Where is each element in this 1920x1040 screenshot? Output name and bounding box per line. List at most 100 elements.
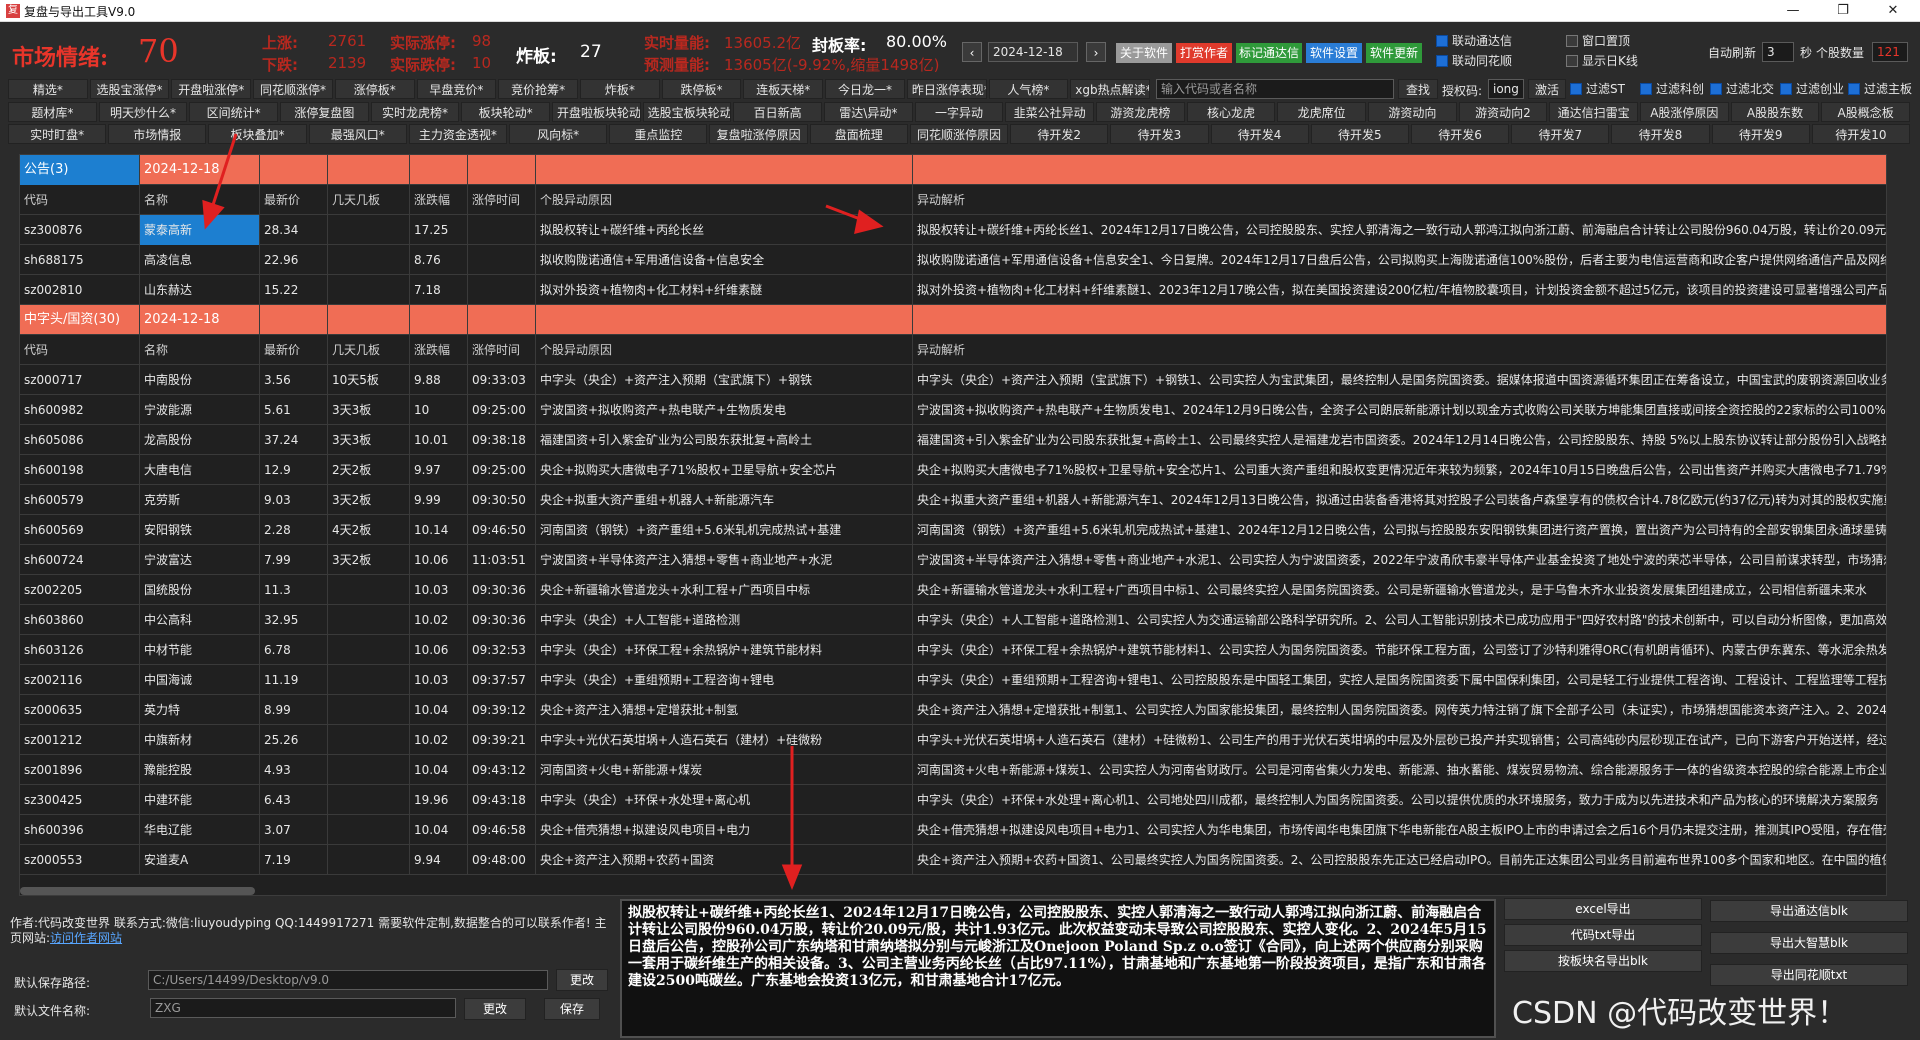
- nav_row3-tab-4[interactable]: 主力资金透视*: [408, 124, 508, 144]
- nav_row2-tab-17[interactable]: 通达信扫雷宝: [1549, 102, 1638, 122]
- nav_row2-tab-0[interactable]: 题材库*: [8, 102, 97, 122]
- nav_row2-tab-4[interactable]: 实时龙虎榜*: [370, 102, 460, 122]
- maximize-button[interactable]: ❐: [1820, 0, 1866, 22]
- filter-checkbox-2[interactable]: 过滤北交: [1710, 80, 1774, 98]
- nav_row2-tab-1[interactable]: 明天炒什么*: [98, 102, 188, 122]
- prev-date-button[interactable]: ‹: [962, 42, 982, 62]
- table-row[interactable]: sh603126 中材节能 6.78 10.06 09:32:53 中字头（央企）+环保工…: [20, 635, 1886, 665]
- nav_row3-tab-5[interactable]: 风向标*: [509, 124, 608, 144]
- nav-tab-10[interactable]: 今日龙一*: [825, 79, 905, 99]
- search-input[interactable]: 输入代码或者名称: [1156, 79, 1394, 99]
- nav-tab-4[interactable]: 涨停板*: [334, 79, 415, 99]
- nav-tab-9[interactable]: 连板天梯*: [743, 79, 824, 99]
- table-row[interactable]: sz002810 山东赫达 15.22 7.18 拟对外投资+植物肉+化工材料+纤维素醚…: [20, 275, 1886, 305]
- nav_row2-tab-3[interactable]: 涨停复盘图: [280, 102, 369, 122]
- table-row[interactable]: sz000635 英力特 8.99 10.04 09:39:12 央企+资产注入猜想+定增…: [20, 695, 1886, 725]
- nav-tab-0[interactable]: 精选*: [8, 79, 88, 99]
- nav-tab-2[interactable]: 开盘啦涨停*: [171, 79, 252, 99]
- show-kline-checkbox[interactable]: 显示日K线: [1566, 52, 1638, 70]
- table-row[interactable]: sz000553 安道麦A 7.19 9.94 09:48:00 央企+资产注入预期+农药…: [20, 845, 1886, 875]
- save-button[interactable]: 保存: [544, 998, 600, 1020]
- section-header-0[interactable]: 公告(3) 2024-12-18: [20, 155, 1886, 185]
- nav-tab-13[interactable]: xgb热点解读*: [1070, 79, 1150, 99]
- mark-tdx-button[interactable]: 标记通达信: [1236, 43, 1302, 63]
- nav_row2-tab-5[interactable]: 板块轮动*: [461, 102, 550, 122]
- nav_row3-tab-6[interactable]: 重点监控: [609, 124, 708, 144]
- nav_row3-tab-14[interactable]: 待开发6: [1410, 124, 1510, 144]
- nav_row2-tab-20[interactable]: A股概念板: [1821, 102, 1910, 122]
- file-name-input[interactable]: ZXG: [150, 998, 456, 1018]
- nav_row2-tab-2[interactable]: 区间统计*: [189, 102, 278, 122]
- table-row[interactable]: sh688175 高凌信息 22.96 8.76 拟收购陇诺通信+军用通信设备+信息安全…: [20, 245, 1886, 275]
- ths-txt-export-button[interactable]: 导出同花顺txt: [1710, 964, 1908, 986]
- table-row[interactable]: sh600724 宁波富达 7.99 3天2板 10.06 11:03:51 宁波国资+半导…: [20, 545, 1886, 575]
- nav_row2-tab-12[interactable]: 游资龙虎榜: [1096, 102, 1185, 122]
- stock-count-input[interactable]: 121: [1872, 42, 1908, 62]
- sector-blk-export-button[interactable]: 按板块名导出blk: [1504, 950, 1702, 972]
- stock-table[interactable]: 公告(3) 2024-12-18 代码 名称 最新价 几天几板 涨跌幅 涨停时间 个股异动原因异…: [19, 154, 1887, 896]
- horizontal-scrollbar[interactable]: [20, 887, 255, 895]
- table-row[interactable]: sh600396 华电辽能 3.07 10.04 09:46:58 央企+借壳猜想+拟建设…: [20, 815, 1886, 845]
- nav_row2-tab-14[interactable]: 龙虎席位: [1277, 102, 1366, 122]
- table-row[interactable]: sz300876 蒙泰高新 28.34 17.25 拟股权转让+碳纤维+丙纶长丝 拟股权转…: [20, 215, 1886, 245]
- author-website-link[interactable]: 访问作者网站: [50, 931, 122, 945]
- close-button[interactable]: ✕: [1870, 0, 1916, 22]
- date-picker[interactable]: 2024-12-18: [988, 42, 1078, 62]
- table-row[interactable]: sh600982 宁波能源 5.61 3天3板 10 09:25:00 宁波国资+拟收购资产…: [20, 395, 1886, 425]
- save-path-input[interactable]: C:/Users/14499/Desktop/v9.0: [148, 970, 548, 990]
- nav_row2-tab-19[interactable]: A股股东数: [1730, 102, 1820, 122]
- minimize-button[interactable]: —: [1770, 0, 1816, 22]
- nav-tab-3[interactable]: 同花顺涨停*: [253, 79, 333, 99]
- settings-button[interactable]: 软件设置: [1306, 43, 1362, 63]
- nav_row2-tab-10[interactable]: 一字异动: [914, 102, 1004, 122]
- tdx-blk-export-button[interactable]: 导出通达信blk: [1710, 900, 1908, 922]
- filter-checkbox-4[interactable]: 过滤主板: [1848, 80, 1912, 98]
- nav_row2-tab-16[interactable]: 游资动向2: [1458, 102, 1548, 122]
- table-row[interactable]: sh605086 龙高股份 37.24 3天3板 10.01 09:38:18 福建国资+引…: [20, 425, 1886, 455]
- nav_row3-tab-16[interactable]: 待开发8: [1611, 124, 1710, 144]
- nav_row3-tab-9[interactable]: 同花顺涨停原因: [909, 124, 1009, 144]
- linkage-ths-checkbox[interactable]: 联动同花顺: [1436, 52, 1512, 70]
- auto-refresh-input[interactable]: 3: [1762, 42, 1794, 62]
- nav_row3-tab-15[interactable]: 待开发7: [1511, 124, 1610, 144]
- nav_row2-tab-18[interactable]: A股涨停原因: [1640, 102, 1729, 122]
- next-date-button[interactable]: ›: [1086, 42, 1106, 62]
- linkage-tdx-checkbox[interactable]: 联动通达信: [1436, 32, 1512, 50]
- nav-tab-8[interactable]: 跌停板*: [661, 79, 742, 99]
- filter-checkbox-3[interactable]: 过滤创业: [1780, 80, 1844, 98]
- section-header-1[interactable]: 中字头/国资(30) 2024-12-18: [20, 305, 1886, 335]
- donate-button[interactable]: 打赏作者: [1176, 43, 1232, 63]
- nav_row3-tab-11[interactable]: 待开发3: [1110, 124, 1209, 144]
- filter-checkbox-0[interactable]: 过滤ST: [1570, 80, 1625, 98]
- nav_row3-tab-8[interactable]: 盘面梳理: [809, 124, 908, 144]
- nav_row2-tab-8[interactable]: 百日新高: [733, 102, 822, 122]
- nav_row2-tab-11[interactable]: 韭菜公社异动: [1005, 102, 1094, 122]
- window-top-checkbox[interactable]: 窗口置顶: [1566, 32, 1630, 50]
- nav_row3-tab-17[interactable]: 待开发9: [1711, 124, 1810, 144]
- nav_row3-tab-12[interactable]: 待开发4: [1210, 124, 1309, 144]
- nav_row3-tab-7[interactable]: 复盘啦涨停原因: [709, 124, 808, 144]
- nav-tab-5[interactable]: 早盘竞价*: [416, 79, 497, 99]
- nav_row2-tab-9[interactable]: 雷达\异动*: [824, 102, 913, 122]
- table-row[interactable]: sz002116 中国海诚 11.19 10.03 09:37:57 中字头（央企）+重组…: [20, 665, 1886, 695]
- activate-button[interactable]: 激活: [1528, 79, 1566, 99]
- nav_row3-tab-3[interactable]: 最强风口*: [308, 124, 407, 144]
- search-button[interactable]: 查找: [1398, 79, 1438, 99]
- nav_row2-tab-7[interactable]: 选股宝板块轮动*: [642, 102, 732, 122]
- nav_row3-tab-2[interactable]: 板块叠加*: [208, 124, 307, 144]
- about-button[interactable]: 关于软件: [1116, 43, 1172, 63]
- excel-export-button[interactable]: excel导出: [1504, 898, 1702, 920]
- nav-tab-11[interactable]: 昨日涨停表现*: [906, 79, 987, 99]
- nav_row2-tab-6[interactable]: 开盘啦板块轮动: [552, 102, 641, 122]
- nav_row2-tab-15[interactable]: 游资动向: [1368, 102, 1457, 122]
- update-button[interactable]: 软件更新: [1366, 43, 1422, 63]
- table-row[interactable]: sh600198 大唐电信 12.9 2天2板 9.97 09:25:00 央企+拟购买大唐…: [20, 455, 1886, 485]
- table-row[interactable]: sh600569 安阳钢铁 2.28 4天2板 10.14 09:46:50 河南国资（钢铁…: [20, 515, 1886, 545]
- nav-tab-12[interactable]: 人气榜*: [988, 79, 1069, 99]
- table-row[interactable]: sz000717 中南股份 3.56 10天5板 9.88 09:33:03 中字头（央企）…: [20, 365, 1886, 395]
- nav_row2-tab-13[interactable]: 核心龙虎: [1186, 102, 1276, 122]
- nav_row3-tab-1[interactable]: 市场情报: [108, 124, 207, 144]
- table-row[interactable]: sh603860 中公高科 32.95 10.02 09:30:36 中字头（央企）+人工…: [20, 605, 1886, 635]
- nav_row3-tab-0[interactable]: 实时盯盘*: [8, 124, 107, 144]
- nav-tab-7[interactable]: 炸板*: [580, 79, 660, 99]
